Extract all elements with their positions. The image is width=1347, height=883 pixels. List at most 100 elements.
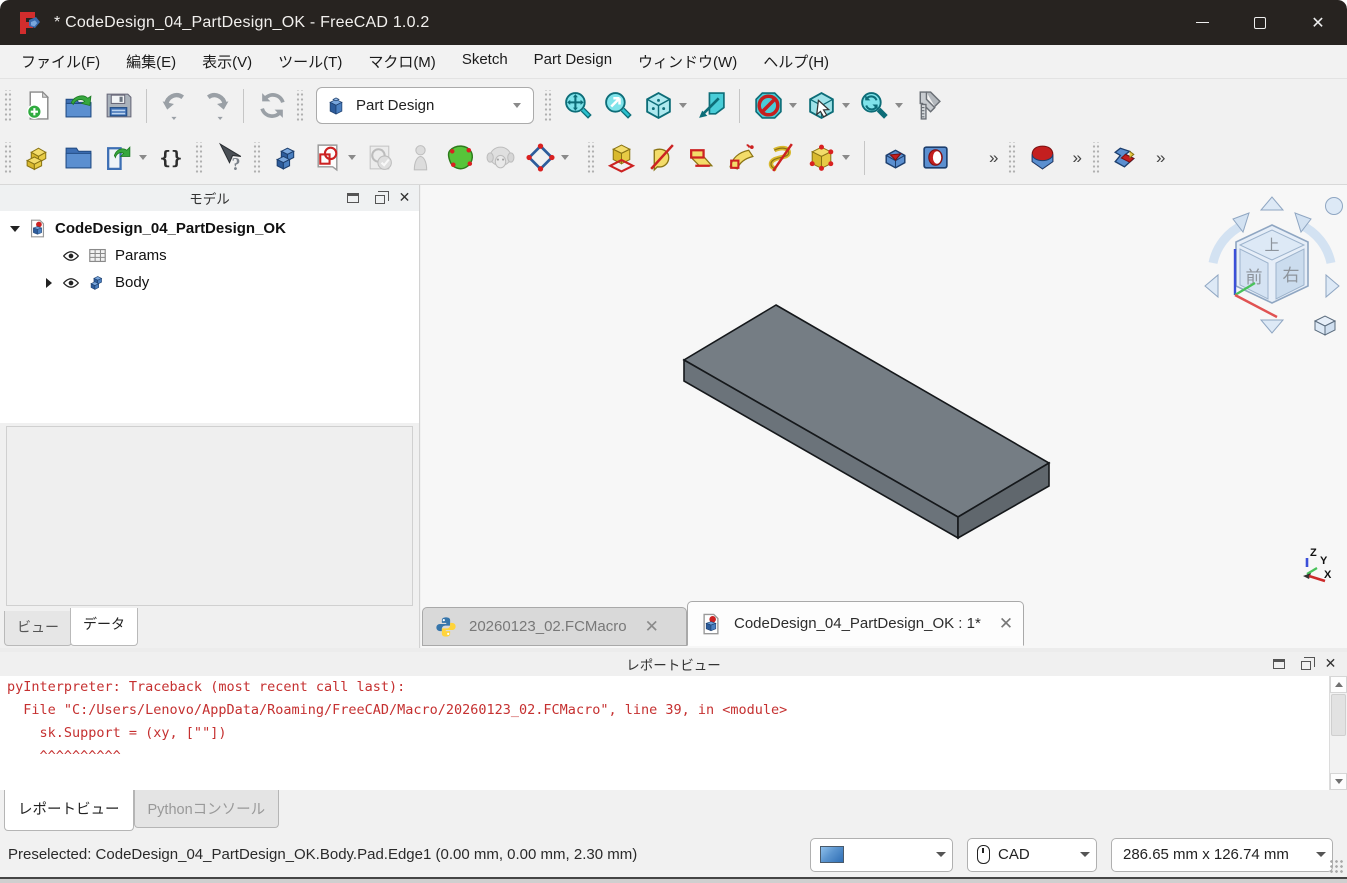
toolbar-overflow-button[interactable]: » <box>1066 148 1087 168</box>
visibility-eye-icon[interactable] <box>62 247 80 265</box>
menu-item[interactable]: ツール(T) <box>265 46 355 77</box>
pocket-button[interactable] <box>875 138 915 178</box>
workbench-selector[interactable]: Part Design <box>316 87 534 124</box>
chevron-down-icon[interactable] <box>348 155 356 160</box>
chevron-down-icon[interactable] <box>139 155 147 160</box>
revolution-button[interactable] <box>641 138 681 178</box>
minimize-button[interactable] <box>1173 0 1231 45</box>
additive-loft-button[interactable] <box>681 138 721 178</box>
fillet-button[interactable] <box>1022 138 1062 178</box>
toolbar-overflow-button[interactable]: » <box>983 148 1004 168</box>
3d-viewport[interactable]: 上 前 右 Z Y X 20260123_02.FCMacro ✕ <box>421 185 1347 648</box>
menu-item[interactable]: 編集(E) <box>113 46 189 77</box>
toolbar-grip[interactable] <box>195 142 203 174</box>
rotate-view-button[interactable] <box>854 86 894 126</box>
tab-freecad-document[interactable]: CodeDesign_04_PartDesign_OK : 1* ✕ <box>687 601 1024 646</box>
additive-primitive-button[interactable] <box>801 138 841 178</box>
navigation-style-selector[interactable]: CAD <box>967 838 1097 872</box>
tab-macro-document[interactable]: 20260123_02.FCMacro ✕ <box>422 607 687 646</box>
create-body-button[interactable] <box>267 138 307 178</box>
validate-sketch-button[interactable] <box>440 138 480 178</box>
panel-minimize-button[interactable] <box>344 189 361 206</box>
fit-all-button[interactable] <box>558 86 598 126</box>
shape-binder-button[interactable] <box>480 138 520 178</box>
boolean-operation-button[interactable] <box>1106 138 1146 178</box>
tree-row-params[interactable]: Params <box>0 242 419 269</box>
scroll-down-icon[interactable] <box>1330 773 1347 790</box>
refresh-button[interactable] <box>252 86 292 126</box>
create-sketch-button[interactable] <box>307 138 347 178</box>
draw-style-selector[interactable] <box>810 838 953 872</box>
toolbar-grip[interactable] <box>296 90 304 122</box>
new-document-button[interactable] <box>18 86 58 126</box>
panel-close-button[interactable]: ✕ <box>1322 655 1339 672</box>
toolbar-grip[interactable] <box>1092 142 1100 174</box>
additive-helix-button[interactable] <box>761 138 801 178</box>
clipping-plane-button[interactable] <box>748 86 788 126</box>
open-document-button[interactable] <box>58 86 98 126</box>
chevron-down-icon[interactable] <box>895 103 903 108</box>
sketch-tools-button[interactable] <box>520 138 560 178</box>
edit-sketch-button[interactable] <box>360 138 400 178</box>
measure-button[interactable] <box>907 86 947 126</box>
tab-data[interactable]: データ <box>70 608 138 646</box>
tab-close-icon[interactable]: ✕ <box>999 614 1013 634</box>
chevron-down-icon[interactable] <box>842 155 850 160</box>
chevron-down-icon[interactable] <box>561 155 569 160</box>
menu-item[interactable]: マクロ(M) <box>355 46 449 77</box>
scroll-up-icon[interactable] <box>1330 676 1347 693</box>
chevron-down-icon[interactable] <box>679 103 687 108</box>
collapsed-caret-icon[interactable] <box>46 278 52 288</box>
save-button[interactable] <box>98 86 138 126</box>
redo-button[interactable] <box>195 86 235 126</box>
menu-item[interactable]: Part Design <box>521 46 625 77</box>
isometric-view-button[interactable] <box>638 86 678 126</box>
menu-item[interactable]: ファイル(F) <box>8 46 113 77</box>
tab-python-console[interactable]: Pythonコンソール <box>134 790 280 828</box>
whats-this-button[interactable]: ? <box>209 138 249 178</box>
box-zoom-button[interactable] <box>801 86 841 126</box>
toolbar-grip[interactable] <box>253 142 261 174</box>
toolbar-grip[interactable] <box>4 90 12 122</box>
panel-float-button[interactable] <box>1296 655 1313 672</box>
undo-button[interactable] <box>155 86 195 126</box>
tree-row-body[interactable]: Body <box>0 269 419 296</box>
zoom-selection-button[interactable] <box>598 86 638 126</box>
menu-item[interactable]: ヘルプ(H) <box>750 46 842 77</box>
expand-caret-icon[interactable] <box>10 226 20 232</box>
hole-button[interactable] <box>915 138 955 178</box>
toolbar-grip[interactable] <box>4 142 12 174</box>
dimension-selector[interactable]: 286.65 mm x 126.74 mm <box>1111 838 1333 872</box>
panel-float-button[interactable] <box>370 189 387 206</box>
toolbar-grip[interactable] <box>544 90 552 122</box>
menu-item[interactable]: ウィンドウ(W) <box>625 46 750 77</box>
menu-item[interactable]: 表示(V) <box>189 46 265 77</box>
chevron-down-icon[interactable] <box>789 103 797 108</box>
group-button[interactable] <box>58 138 98 178</box>
toolbar-grip[interactable] <box>1008 142 1016 174</box>
tab-close-icon[interactable]: ✕ <box>645 617 659 637</box>
tree-row-document[interactable]: CodeDesign_04_PartDesign_OK <box>0 215 419 242</box>
navigation-cube[interactable]: 上 前 右 <box>1197 193 1347 345</box>
tab-view[interactable]: ビュー <box>4 611 72 646</box>
export-link-button[interactable] <box>98 138 138 178</box>
expressions-button[interactable]: {} <box>151 138 191 178</box>
close-button[interactable]: ✕ <box>1289 0 1347 45</box>
resize-grip[interactable] <box>1329 859 1345 875</box>
align-to-selection-button[interactable] <box>691 86 731 126</box>
panel-close-button[interactable]: ✕ <box>396 189 413 206</box>
open-part-button[interactable] <box>18 138 58 178</box>
toolbar-grip[interactable] <box>587 142 595 174</box>
pad-button[interactable] <box>601 138 641 178</box>
additive-pipe-button[interactable] <box>721 138 761 178</box>
panel-minimize-button[interactable] <box>1270 655 1287 672</box>
menu-item[interactable]: Sketch <box>449 46 521 77</box>
chevron-down-icon[interactable] <box>842 103 850 108</box>
maximize-button[interactable] <box>1231 0 1289 45</box>
report-scrollbar[interactable] <box>1329 676 1347 790</box>
visibility-eye-icon[interactable] <box>62 274 80 292</box>
tab-report-view[interactable]: レポートビュー <box>4 790 134 831</box>
report-view-content[interactable]: pyInterpreter: Traceback (most recent ca… <box>0 676 1347 790</box>
map-sketch-button[interactable] <box>400 138 440 178</box>
scrollbar-thumb[interactable] <box>1331 694 1346 736</box>
